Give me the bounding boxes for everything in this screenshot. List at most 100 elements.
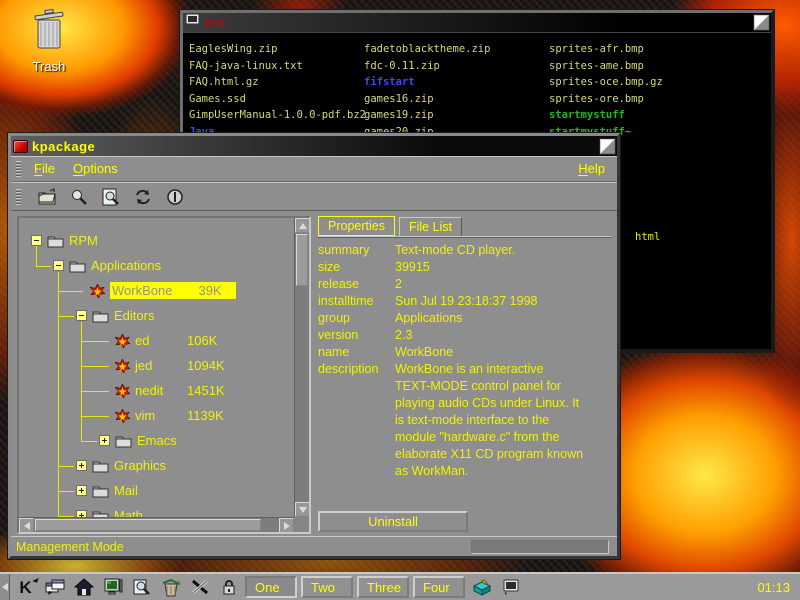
status-mode-text: Management Mode (16, 540, 124, 554)
expand-expander-icon[interactable] (76, 485, 87, 496)
kvt-window-icon (185, 13, 201, 32)
tree-item-vim[interactable]: vim1139K (19, 403, 294, 428)
detail-tabs: Properties File List (318, 216, 611, 237)
terminal-partial-text: html (635, 229, 660, 246)
kpackage-main-area: RPM Applications WorkBone39K Editors (11, 211, 617, 536)
lock-screen-button[interactable] (215, 575, 242, 599)
collapse-expander-icon[interactable] (76, 310, 87, 321)
tree-item-editors[interactable]: Editors (19, 303, 294, 328)
kpackage-window-icon (13, 140, 28, 153)
tree-item-rpm[interactable]: RPM (19, 228, 294, 253)
kpackage-task-button[interactable] (468, 575, 495, 599)
x-utilities-button[interactable] (186, 575, 213, 599)
kvt-maximize-button[interactable] (754, 15, 769, 30)
expand-expander-icon[interactable] (76, 510, 87, 517)
kvt-window-title: kvt (205, 15, 750, 30)
desktop-three-button[interactable]: Three (357, 576, 409, 598)
find-package-button[interactable] (66, 185, 92, 209)
kpackage-window: kpackage File Options Help (8, 133, 620, 559)
expand-expander-icon[interactable] (99, 435, 110, 446)
collapse-expander-icon[interactable] (53, 260, 64, 271)
terminal-line: GimpUserManual-1.0.0-pdf.bz2games19.zips… (189, 107, 765, 124)
panel-clock: 01:13 (757, 580, 796, 595)
find-files-icon (132, 578, 152, 596)
panel-hide-handle[interactable] (0, 574, 10, 600)
window-list-button[interactable] (41, 575, 68, 599)
property-row: summaryText-mode CD player. (318, 242, 611, 259)
tree-item-jed[interactable]: jed1094K (19, 353, 294, 378)
expand-tree-button[interactable] (130, 185, 156, 209)
tab-properties[interactable]: Properties (318, 216, 395, 236)
kvt-titlebar[interactable]: kvt (183, 13, 771, 33)
right-arrow-icon (284, 522, 290, 530)
trash-label: Trash (14, 59, 84, 74)
terminal-line: FAQ.html.gzfifstartsprites-oce.bmp.gz (189, 74, 765, 91)
desktop-four-button[interactable]: Four (413, 576, 465, 598)
property-row: nameWorkBone (318, 344, 611, 361)
trash-desktop-icon[interactable]: Trash (14, 8, 84, 74)
tree-horizontal-scrollbar[interactable] (19, 517, 294, 532)
kpackage-statusbar: Management Mode (11, 536, 617, 556)
kpackage-titlebar[interactable]: kpackage (11, 136, 617, 156)
open-package-button[interactable] (34, 185, 60, 209)
trash-panel-icon (160, 578, 182, 597)
tree-item-nedit[interactable]: nedit1451K (19, 378, 294, 403)
tree-item-math[interactable]: Math (19, 503, 294, 517)
horizontal-scroll-thumb[interactable] (35, 519, 261, 531)
tab-file-list[interactable]: File List (399, 217, 462, 236)
down-arrow-icon (299, 507, 307, 513)
menubar-drag-handle[interactable] (16, 161, 21, 177)
expand-expander-icon[interactable] (76, 460, 87, 471)
tree-item-workbone-selected[interactable]: WorkBone39K (19, 278, 294, 303)
menu-options[interactable]: Options (67, 159, 130, 178)
trash-panel-button[interactable] (157, 575, 184, 599)
find-files-button[interactable] (128, 575, 155, 599)
window-list-icon (44, 578, 66, 596)
tree-item-emacs[interactable]: Emacs (19, 428, 294, 453)
collapse-arrow-icon (2, 583, 8, 591)
home-icon (74, 578, 94, 596)
trash-icon (29, 39, 69, 56)
desktop-one-button[interactable]: One (245, 576, 297, 598)
properties-table: summaryText-mode CD player. size39915 re… (318, 237, 611, 480)
property-row: groupApplications (318, 310, 611, 327)
property-row: installtimeSun Jul 19 23:18:37 1998 (318, 293, 611, 310)
package-detail-panel: Properties File List summaryText-mode CD… (318, 216, 611, 534)
k-menu-button[interactable]: K (12, 575, 39, 599)
tree-item-mail[interactable]: Mail (19, 478, 294, 503)
terminal-line: FAQ-java-linux.txtfdc-0.11.zipsprites-am… (189, 58, 765, 75)
kpackage-maximize-button[interactable] (600, 139, 615, 154)
uninstall-button[interactable]: Uninstall (318, 511, 468, 532)
kvt-task-button[interactable] (497, 575, 524, 599)
terminal-line: Games.ssdgames16.zipsprites-ore.bmp (189, 91, 765, 108)
toolbar-drag-handle[interactable] (16, 189, 21, 205)
scroll-up-button[interactable] (295, 218, 310, 233)
menu-help[interactable]: Help (572, 159, 617, 178)
terminal-line: EaglesWing.zipfadetoblacktheme.zipsprite… (189, 41, 765, 58)
scroll-right-button[interactable] (279, 518, 294, 533)
home-directory-button[interactable] (70, 575, 97, 599)
tree-vertical-scrollbar[interactable] (294, 218, 309, 517)
x-utilities-icon (190, 578, 210, 596)
kde-panel: K One Two Three Four 01:13 (0, 572, 800, 600)
find-file-button[interactable] (98, 185, 124, 209)
up-arrow-icon (299, 223, 307, 229)
property-row: release2 (318, 276, 611, 293)
desktop-two-button[interactable]: Two (301, 576, 353, 598)
quit-button[interactable] (162, 185, 188, 209)
kpackage-menubar: File Options Help (11, 156, 617, 182)
terminal-launcher-button[interactable] (99, 575, 126, 599)
selected-row-highlight: WorkBone39K (110, 282, 236, 299)
vertical-scroll-thumb[interactable] (296, 234, 308, 286)
scroll-left-button[interactable] (19, 518, 34, 533)
menu-file[interactable]: File (28, 159, 67, 178)
tree-item-graphics[interactable]: Graphics (19, 453, 294, 478)
kpackage-toolbar (11, 182, 617, 211)
tree-item-applications[interactable]: Applications (19, 253, 294, 278)
collapse-expander-icon[interactable] (31, 235, 42, 246)
kpackage-task-icon (471, 578, 493, 596)
desktop: { "colors": { "accent_yellow": "#ffff00"… (0, 0, 800, 600)
scroll-down-button[interactable] (295, 502, 310, 517)
lock-icon (220, 578, 238, 596)
tree-item-ed[interactable]: ed106K (19, 328, 294, 353)
